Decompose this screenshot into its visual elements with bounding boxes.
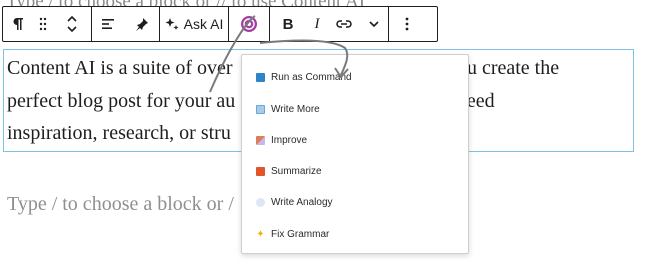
menu-item-label: Summarize xyxy=(271,165,322,177)
menu-item-label: Improve xyxy=(271,134,308,146)
menu-item-fix-grammar[interactable]: ✦ Fix Grammar xyxy=(256,225,329,243)
empty-block-placeholder[interactable]: Type / to choose a block or / xyxy=(7,193,234,216)
menu-item-write-more[interactable]: Write More xyxy=(256,100,320,118)
toolbar-group-align xyxy=(92,7,160,41)
sparkles-icon: ✦ xyxy=(256,228,265,240)
sparkle-icon xyxy=(165,18,179,30)
align-icon[interactable] xyxy=(92,7,124,41)
menu-item-label: Run as Command xyxy=(271,71,352,83)
move-up-down-icon[interactable] xyxy=(53,7,91,41)
brush-icon xyxy=(256,135,265,145)
toolbar-group-content-ai xyxy=(229,7,270,41)
toolbar-group-ai: Ask AI xyxy=(160,7,229,41)
book-icon xyxy=(256,104,265,114)
menu-item-summarize[interactable]: Summarize xyxy=(256,162,322,180)
command-icon xyxy=(256,72,265,82)
menu-item-label: Fix Grammar xyxy=(271,228,330,240)
toolbar-group-more xyxy=(389,7,425,41)
toolbar-group-block xyxy=(3,7,92,41)
menu-item-write-analogy[interactable]: Write Analogy xyxy=(256,193,333,211)
paragraph-icon[interactable] xyxy=(3,7,33,41)
chevron-down-icon[interactable] xyxy=(360,7,388,41)
content-ai-icon[interactable] xyxy=(229,7,269,41)
ask-ai-label: Ask AI xyxy=(183,16,224,32)
thought-icon xyxy=(256,197,265,207)
link-icon[interactable] xyxy=(328,7,360,41)
more-options-icon[interactable] xyxy=(389,7,425,41)
italic-button[interactable]: I xyxy=(306,7,328,41)
menu-item-improve[interactable]: Improve xyxy=(256,131,307,149)
menu-item-label: Write Analogy xyxy=(271,196,333,208)
ask-ai-button[interactable]: Ask AI xyxy=(160,7,228,41)
bold-button[interactable]: B xyxy=(270,7,306,41)
menu-item-run-as-command[interactable]: Run as Command xyxy=(256,68,352,86)
content-ai-menu: Run as Command Write More Improve Summar… xyxy=(241,54,469,254)
menu-item-label: Write More xyxy=(271,103,320,115)
pin-icon[interactable] xyxy=(124,7,159,41)
drag-handle-icon[interactable] xyxy=(33,7,53,41)
toolbar-group-format: B I xyxy=(270,7,389,41)
block-toolbar: Ask AI B I xyxy=(2,6,438,42)
summary-icon xyxy=(256,166,265,176)
